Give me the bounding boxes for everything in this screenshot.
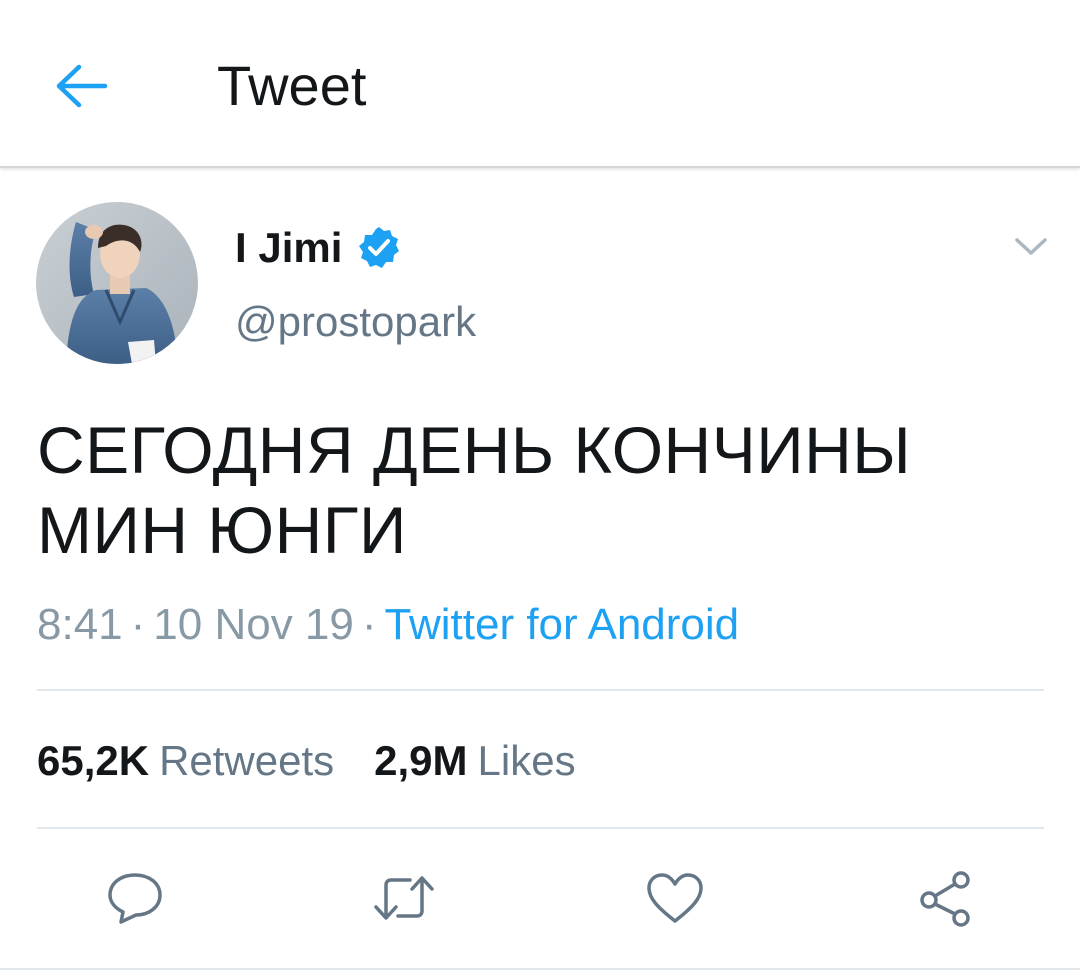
tweet-stats: 65,2K Retweets 2,9M Likes — [37, 735, 576, 787]
retweets-label: Retweets — [159, 737, 335, 784]
speech-bubble-icon — [108, 873, 162, 924]
divider — [37, 689, 1044, 691]
tweet-time: 8:41 — [37, 600, 123, 649]
likes-stat[interactable]: 2,9M Likes — [374, 735, 575, 787]
tweet-date: 10 Nov 19 — [153, 600, 354, 649]
avatar-photo — [36, 202, 198, 364]
author-name-row: I Jimi — [235, 222, 402, 274]
meta-separator: · — [361, 600, 377, 649]
author-handle[interactable]: @prostopark — [235, 296, 476, 348]
share-button[interactable] — [913, 866, 977, 930]
likes-count: 2,9M — [374, 737, 468, 784]
back-button[interactable] — [50, 54, 114, 118]
verified-badge-icon — [356, 225, 402, 271]
tweet-text: СЕГОДНЯ ДЕНЬ КОНЧИНЫ МИН ЮНГИ — [37, 413, 912, 567]
tweet-options-button[interactable] — [1008, 224, 1054, 270]
retweet-icon — [374, 876, 434, 920]
like-button[interactable] — [643, 866, 707, 930]
retweets-count: 65,2K — [37, 737, 150, 784]
tweet-source-link[interactable]: Twitter for Android — [385, 600, 740, 649]
retweets-stat[interactable]: 65,2K Retweets — [37, 735, 334, 787]
divider — [0, 968, 1080, 970]
author-name[interactable]: I Jimi — [235, 222, 342, 274]
tweet-detail-screen: Tweet I Jimi @prostopark СЕГОДНЯ ДЕНЬ КО… — [0, 0, 1080, 978]
tweet-metadata: 8:41 · 10 Nov 19 · Twitter for Android — [37, 598, 739, 652]
share-icon — [920, 871, 970, 927]
divider — [37, 827, 1044, 829]
top-app-bar: Tweet — [0, 0, 1080, 168]
meta-separator: · — [130, 600, 146, 649]
arrow-left-icon — [56, 64, 108, 108]
avatar[interactable] — [36, 202, 198, 364]
retweet-button[interactable] — [372, 866, 436, 930]
page-title: Tweet — [217, 54, 367, 117]
likes-label: Likes — [477, 737, 576, 784]
chevron-down-icon — [1015, 238, 1047, 255]
reply-button[interactable] — [103, 866, 167, 930]
heart-icon — [647, 873, 703, 923]
